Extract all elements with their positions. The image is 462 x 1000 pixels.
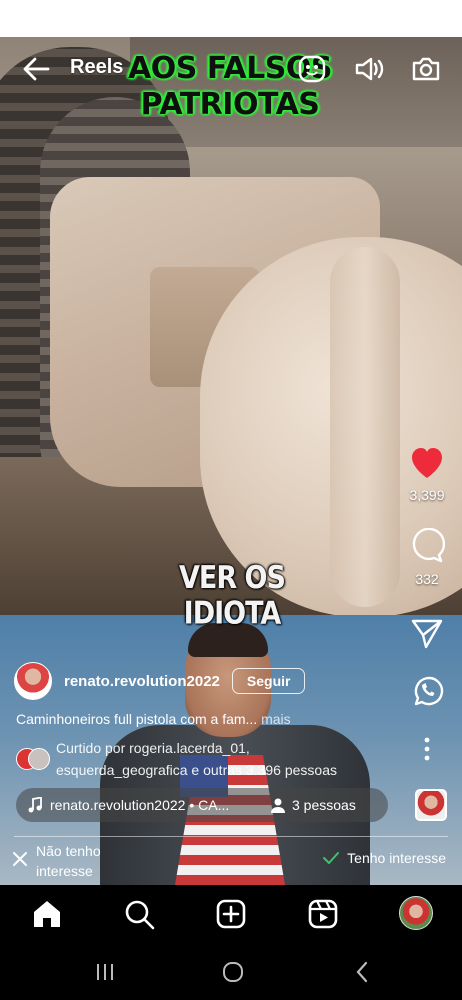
not-interested-label: Não tenho interesse [36, 843, 101, 879]
collaborators[interactable]: 3 pessoas [270, 797, 356, 813]
interested-button[interactable]: Tenho interesse [323, 850, 446, 866]
reels-icon[interactable] [306, 897, 340, 931]
reels-header: Reels [0, 37, 462, 101]
video-caption-middle: VER OS IDIOTA [179, 560, 286, 632]
more-options-button[interactable] [392, 736, 462, 767]
close-icon [13, 852, 27, 866]
share-button[interactable] [392, 616, 462, 655]
camera-icon[interactable] [408, 51, 444, 87]
home-circle-icon[interactable] [220, 959, 246, 985]
author-username[interactable]: renato.revolution2022 [64, 673, 220, 690]
like-button[interactable]: 3,399 [392, 446, 462, 503]
create-icon[interactable] [214, 897, 248, 931]
more-vertical-icon [424, 737, 430, 761]
system-nav-bar [0, 943, 462, 1000]
audio-label: renato.revolution2022 • CA... [50, 797, 230, 813]
divider [14, 836, 448, 837]
liked-by-row[interactable]: Curtido por rogeria.lacerda_01, esquerda… [16, 737, 337, 781]
whatsapp-button[interactable] [392, 674, 462, 713]
comment-count: 332 [415, 571, 439, 587]
liked-by-avatars [16, 748, 50, 770]
back-chevron-icon[interactable] [350, 959, 376, 985]
search-icon[interactable] [122, 897, 156, 931]
send-icon [411, 619, 443, 649]
heart-icon [412, 448, 442, 478]
comment-button[interactable]: 332 [392, 527, 462, 587]
status-bar-area [0, 0, 462, 37]
whatsapp-icon [414, 676, 444, 706]
interested-label: Tenho interesse [347, 850, 446, 866]
description-text: Caminhoneiros full pistola com a fam... [16, 711, 258, 727]
not-interested-button[interactable]: Não tenho interesse [12, 841, 126, 881]
liked-by-text: Curtido por rogeria.lacerda_01, esquerda… [56, 740, 337, 778]
audio-thumbnail[interactable] [415, 789, 447, 821]
back-arrow-icon[interactable] [18, 51, 54, 87]
bottom-nav [0, 885, 462, 943]
volume-icon[interactable] [350, 51, 386, 87]
reel-description[interactable]: Caminhoneiros full pistola com a fam... … [16, 711, 291, 727]
page-title: Reels [70, 56, 124, 78]
music-note-icon [28, 797, 42, 813]
audio-pill[interactable]: renato.revolution2022 • CA... 3 pessoas [16, 788, 388, 822]
follow-button[interactable]: Seguir [231, 668, 306, 694]
effects-icon[interactable] [294, 51, 330, 87]
like-count: 3,399 [409, 487, 445, 503]
person-icon [271, 798, 285, 813]
collaborators-count: 3 pessoas [292, 797, 356, 813]
comment-icon [412, 527, 446, 563]
profile-avatar[interactable] [399, 896, 433, 930]
more-link[interactable]: mais [261, 711, 291, 727]
recent-apps-icon[interactable] [92, 959, 118, 985]
author-row: renato.revolution2022 Seguir [14, 661, 306, 701]
check-icon [323, 852, 340, 864]
author-avatar[interactable] [14, 662, 52, 700]
home-icon[interactable] [30, 897, 64, 931]
